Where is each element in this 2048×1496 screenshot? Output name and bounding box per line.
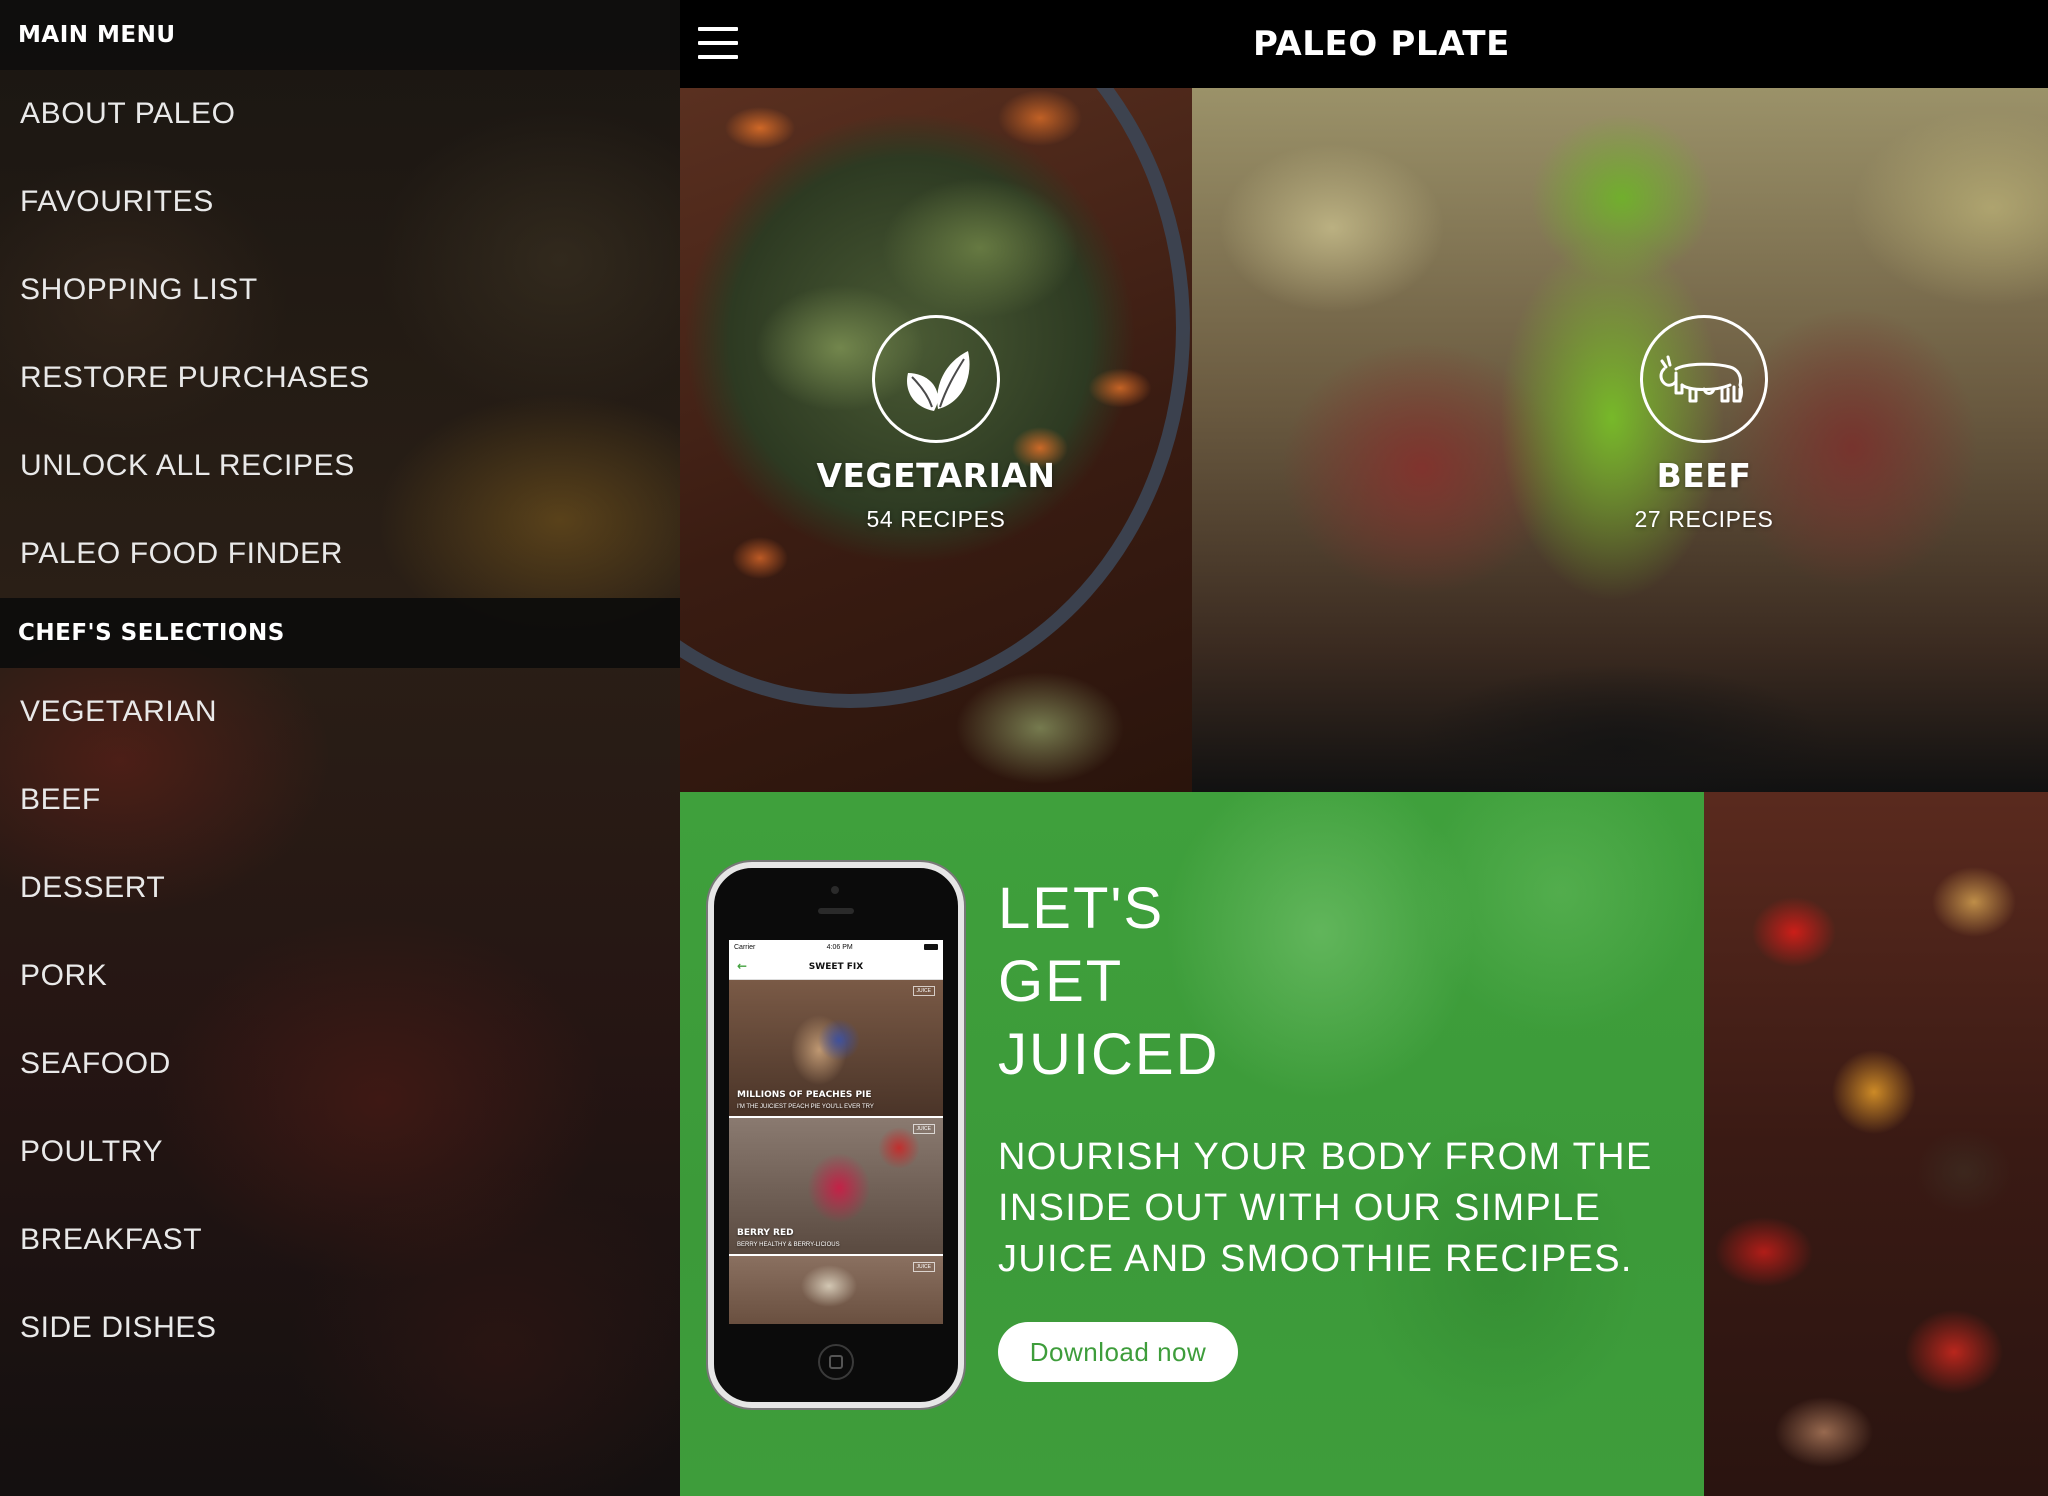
juice-promo-banner: Carrier 4:06 PM ← SWEET FIX JUICE MILLIO… (680, 792, 1704, 1496)
menu-item-restore-purchases[interactable]: RESTORE PURCHASES (20, 348, 370, 408)
top-bar: PALEO PLATE (680, 0, 2048, 88)
phone-time: 4:06 PM (826, 943, 853, 951)
headline-line: JUICED (998, 1022, 1220, 1087)
side-menu: MAIN MENU ABOUT PALEO FAVOURITES SHOPPIN… (0, 0, 680, 1496)
phone-status-bar: Carrier 4:06 PM (729, 940, 943, 954)
menu-item-beef[interactable]: BEEF (20, 770, 101, 830)
card-subtitle: I'M THE JUICIEST PEACH PIE YOU'LL EVER T… (737, 1104, 874, 1110)
phone-screen: Carrier 4:06 PM ← SWEET FIX JUICE MILLIO… (729, 940, 943, 1324)
chefs-selections-header: CHEF'S SELECTIONS (0, 598, 680, 668)
phone-recipe-card: JUICE (729, 1256, 943, 1324)
menu-item-paleo-food-finder[interactable]: PALEO FOOD FINDER (20, 524, 343, 584)
menu-item-favourites[interactable]: FAVOURITES (20, 172, 214, 232)
beef-recipe-count: 27 RECIPES (1634, 506, 1774, 532)
phone-mockup: Carrier 4:06 PM ← SWEET FIX JUICE MILLIO… (708, 862, 964, 1408)
menu-item-side-dishes[interactable]: SIDE DISHES (20, 1298, 217, 1358)
promo-description: NOURISH YOUR BODY FROM THE INSIDE OUT WI… (998, 1136, 1653, 1280)
phone-nav-title: SWEET FIX (808, 961, 864, 972)
phone-recipe-card: JUICE BERRY RED BERRY HEALTHY & BERRY-LI… (729, 1118, 943, 1256)
vegetarian-recipe-count: 54 RECIPES (866, 506, 1006, 532)
phone-camera (831, 886, 839, 894)
card-subtitle: BERRY HEALTHY & BERRY-LICIOUS (737, 1242, 840, 1248)
app-title: PALEO PLATE (1252, 24, 1511, 64)
headline-line: LET'S (998, 876, 1165, 941)
leaf-icon (872, 315, 1000, 443)
card-badge: JUICE (912, 986, 935, 996)
card-badge: JUICE (912, 1262, 935, 1272)
promo-headline: LET'S GET JUICED (998, 872, 1219, 1091)
phone-speaker (818, 908, 854, 914)
menu-item-about-paleo[interactable]: ABOUT PALEO (20, 84, 236, 144)
back-arrow-icon: ← (737, 959, 748, 973)
main-menu-header: MAIN MENU (0, 0, 680, 70)
menu-item-shopping-list[interactable]: SHOPPING LIST (20, 260, 258, 320)
card-title: MILLIONS OF PEACHES PIE (737, 1090, 872, 1100)
menu-item-seafood[interactable]: SEAFOOD (20, 1034, 171, 1094)
menu-item-breakfast[interactable]: BREAKFAST (20, 1210, 202, 1270)
phone-home-button (818, 1344, 854, 1380)
beef-tile[interactable]: BEEF 27 RECIPES (1192, 88, 2048, 792)
download-now-button[interactable]: Download now (998, 1322, 1238, 1382)
menu-item-pork[interactable]: PORK (20, 946, 107, 1006)
menu-item-vegetarian[interactable]: VEGETARIAN (20, 682, 217, 742)
card-badge: JUICE (912, 1124, 935, 1134)
menu-item-poultry[interactable]: POULTRY (20, 1122, 163, 1182)
vegetarian-tile[interactable]: VEGETARIAN 54 RECIPES (680, 88, 1192, 792)
kebab-recipe-tile[interactable] (1704, 792, 2048, 1496)
menu-item-unlock-all-recipes[interactable]: UNLOCK ALL RECIPES (20, 436, 355, 496)
beef-title: BEEF (1656, 456, 1752, 495)
card-title: BERRY RED (737, 1228, 794, 1238)
phone-carrier: Carrier (734, 943, 756, 951)
hamburger-icon[interactable] (698, 27, 738, 61)
phone-recipe-card: JUICE MILLIONS OF PEACHES PIE I'M THE JU… (729, 980, 943, 1118)
vegetarian-title: VEGETARIAN (816, 456, 1056, 495)
menu-item-dessert[interactable]: DESSERT (20, 858, 165, 918)
phone-nav-bar: ← SWEET FIX (729, 954, 943, 980)
battery-icon (924, 944, 938, 950)
cow-icon (1640, 315, 1768, 443)
headline-line: GET (998, 949, 1124, 1014)
